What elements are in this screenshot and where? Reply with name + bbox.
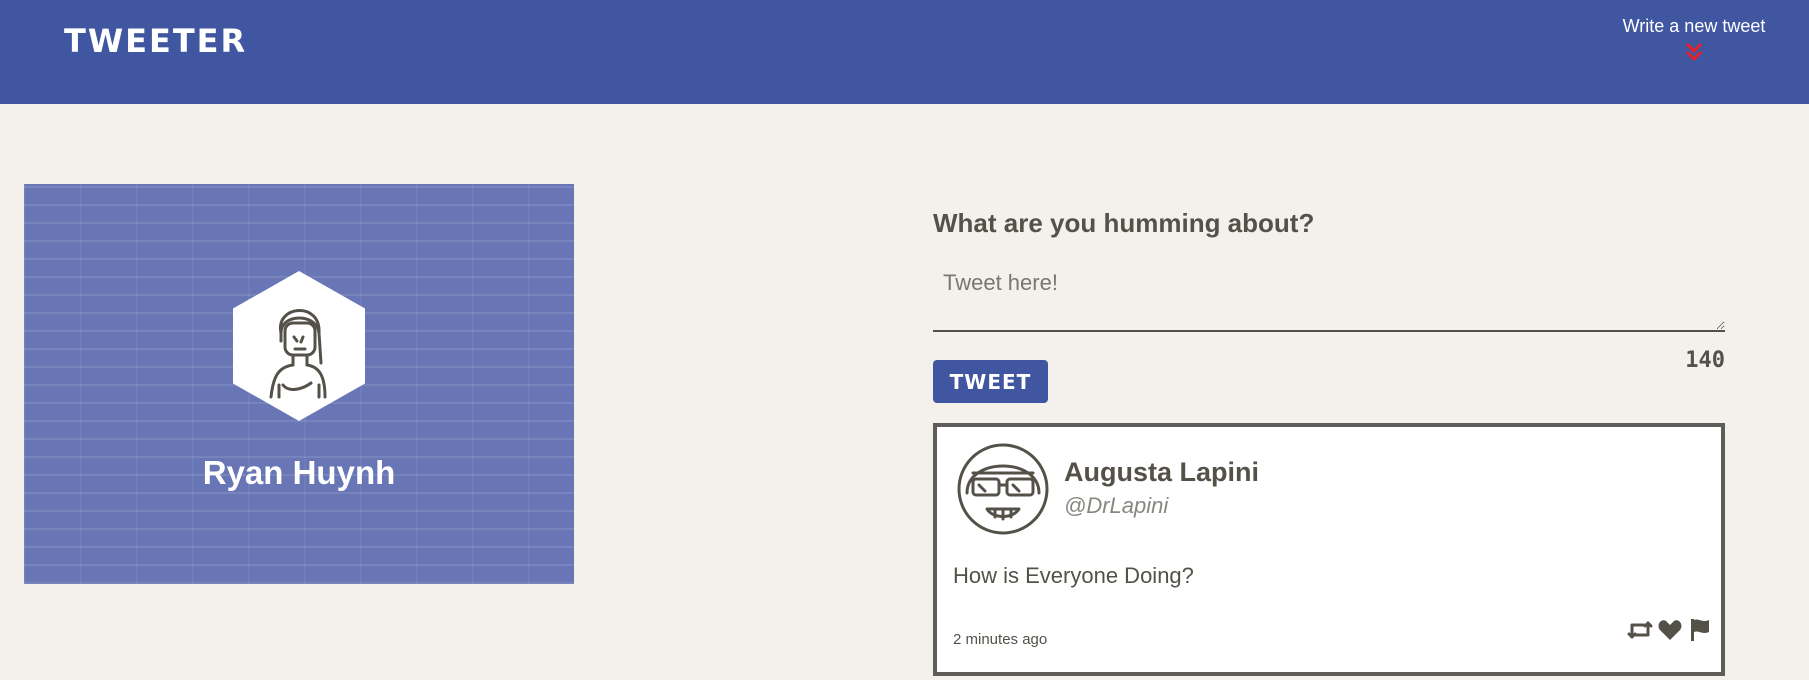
- flag-icon[interactable]: [1687, 617, 1713, 643]
- retweet-icon[interactable]: [1627, 617, 1653, 643]
- tweet-timestamp: 2 minutes ago: [953, 631, 1048, 648]
- profile-avatar: [233, 271, 365, 421]
- write-new-tweet-label[interactable]: Write a new tweet: [1599, 16, 1789, 37]
- user-avatar-sunglasses-icon: [957, 443, 1049, 535]
- tweet-actions: [1627, 617, 1713, 643]
- profile-banner: Ryan Huynh: [24, 184, 574, 584]
- tweet-author: Augusta Lapini: [1064, 457, 1259, 487]
- heart-icon[interactable]: [1657, 617, 1683, 643]
- composer-heading: What are you humming about?: [933, 208, 1315, 238]
- write-new-tweet-toggle[interactable]: Write a new tweet: [1599, 16, 1789, 63]
- tweet-input[interactable]: [933, 264, 1725, 332]
- tweet-button[interactable]: TWEET: [933, 360, 1048, 403]
- tweet-text: How is Everyone Doing?: [953, 563, 1194, 588]
- char-counter: 140: [1685, 348, 1725, 373]
- double-chevron-down-icon[interactable]: [1683, 41, 1705, 63]
- tweet-handle: @DrLapini: [1064, 493, 1169, 518]
- tweet-card: Augusta Lapini @DrLapini How is Everyone…: [933, 423, 1725, 676]
- profile-name: Ryan Huynh: [202, 454, 396, 491]
- new-tweet-form: What are you humming about? TWEET 140: [933, 208, 1725, 403]
- user-avatar-icon: [269, 309, 327, 399]
- app-logo[interactable]: TWEETER: [64, 22, 247, 60]
- navbar: TWEETER Write a new tweet: [0, 0, 1809, 104]
